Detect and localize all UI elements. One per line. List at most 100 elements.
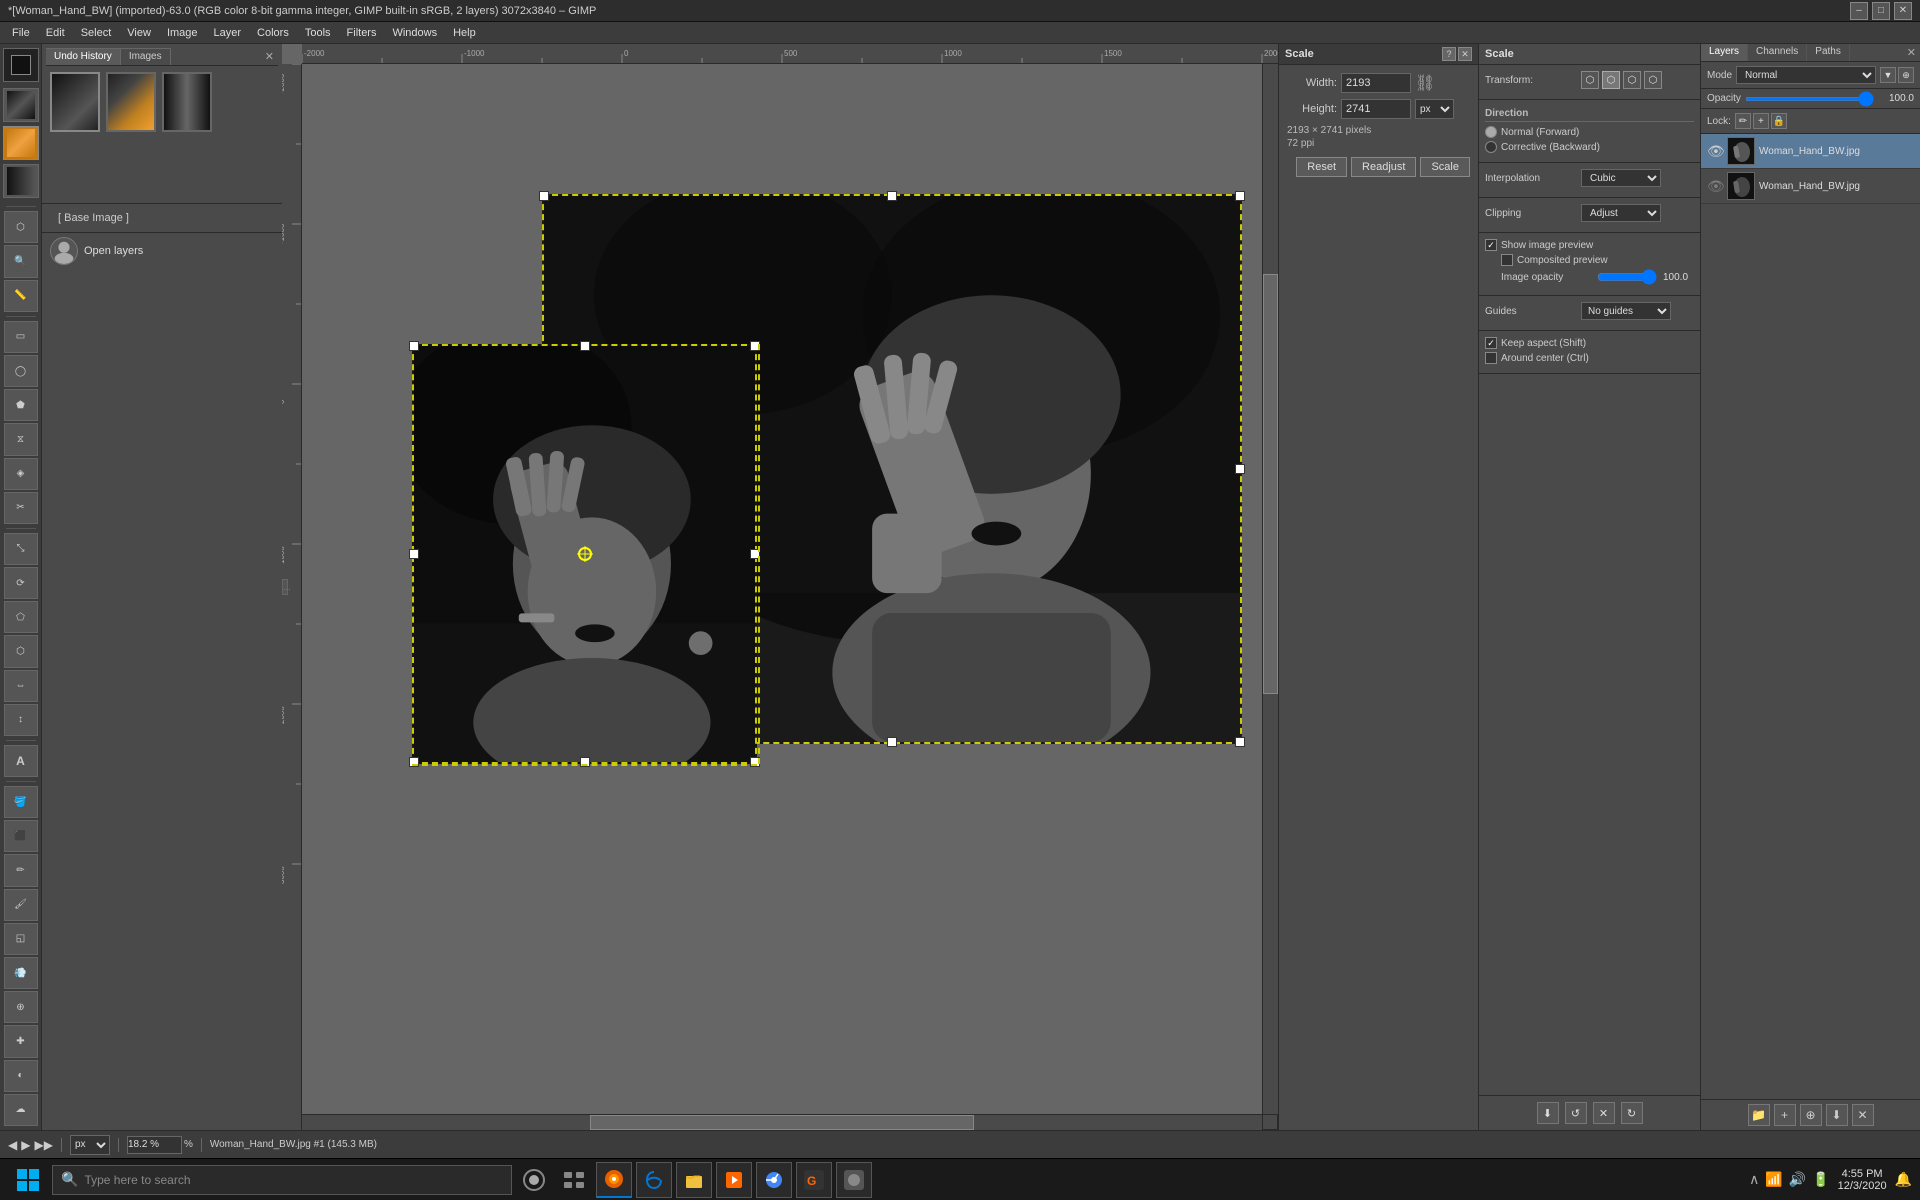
unit-select[interactable]: px mm in [1415, 99, 1454, 119]
mode-icon-2[interactable]: ⊕ [1898, 67, 1914, 83]
scale-dialog-help[interactable]: ? [1442, 47, 1456, 61]
chain-link-icon[interactable]: ⛓ [1415, 73, 1435, 93]
taskbar-search-box[interactable]: 🔍 Type here to search [52, 1165, 512, 1195]
tray-volume-icon[interactable]: 🔊 [1789, 1171, 1806, 1188]
pivot-point[interactable] [577, 546, 593, 562]
tab-layers[interactable]: Layers [1701, 44, 1748, 61]
transform-bottom-icon-1[interactable]: ⬇ [1537, 1102, 1559, 1124]
menu-windows[interactable]: Windows [384, 25, 445, 41]
tool-select-rect[interactable]: ▭ [4, 321, 38, 353]
transform-bottom-icon-2[interactable]: ↺ [1565, 1102, 1587, 1124]
small-transform-handle-tc[interactable] [580, 341, 590, 351]
interpolation-select[interactable]: Cubic Linear None [1581, 169, 1661, 187]
start-button[interactable] [8, 1162, 48, 1198]
tool-navigate[interactable]: ⬡ [4, 211, 38, 243]
small-transform-handle-lc[interactable] [409, 549, 419, 559]
height-input[interactable] [1341, 99, 1411, 119]
tool-clone[interactable]: ⊕ [4, 991, 38, 1023]
layer-row-2[interactable]: 👁 Woman_Hand_BW.jpg [1701, 169, 1920, 204]
scale-dialog-close[interactable]: ✕ [1458, 47, 1472, 61]
taskbar-app-explorer[interactable] [676, 1162, 712, 1198]
close-button[interactable]: ✕ [1894, 2, 1912, 20]
radio-corrective-backward[interactable] [1485, 141, 1497, 153]
scrollbar-vertical[interactable] [1262, 64, 1278, 1114]
transform-handle-rc[interactable] [1235, 464, 1245, 474]
transform-bottom-icon-4[interactable]: ↻ [1621, 1102, 1643, 1124]
scale-button[interactable]: Scale [1420, 157, 1470, 177]
around-center-checkbox[interactable] [1485, 352, 1497, 364]
taskbar-task-view[interactable] [556, 1162, 592, 1198]
taskbar-app-media[interactable] [716, 1162, 752, 1198]
image-thumb-color[interactable] [106, 72, 156, 132]
menu-select[interactable]: Select [73, 25, 120, 41]
taskbar-cortana[interactable] [516, 1162, 552, 1198]
canvas-area[interactable]: -2000 -1000 0 500 1000 1500 2000 [282, 44, 1278, 1130]
lock-position-icon[interactable]: + [1753, 113, 1769, 129]
opacity-slider[interactable] [1745, 97, 1874, 101]
tool-text[interactable]: A [4, 745, 38, 777]
foreground-color-swatch[interactable] [3, 48, 39, 82]
panel-collapse-btn[interactable]: ✕ [261, 48, 278, 65]
tool-smudge[interactable]: ☁ [4, 1094, 38, 1126]
tray-up-arrow[interactable]: ∧ [1749, 1171, 1759, 1188]
menu-help[interactable]: Help [445, 25, 484, 41]
transform-bottom-icon-3[interactable]: ✕ [1593, 1102, 1615, 1124]
tool-select-ellipse[interactable]: ◯ [4, 355, 38, 387]
mode-icon-1[interactable]: ▼ [1880, 67, 1896, 83]
tray-notifications[interactable]: 🔔 [1895, 1171, 1912, 1188]
menu-tools[interactable]: Tools [297, 25, 339, 41]
status-arrow-right2[interactable]: ▶▶ [34, 1138, 52, 1152]
clipping-select[interactable]: Adjust Clip Crop [1581, 204, 1661, 222]
transform-icon-4[interactable]: ⬡ [1644, 71, 1662, 89]
layers-copy[interactable]: ⊕ [1800, 1104, 1822, 1126]
tool-dodge-burn[interactable]: ◐ [4, 1060, 38, 1092]
maximize-button[interactable]: □ [1872, 2, 1890, 20]
canvas-viewport[interactable] [302, 64, 1262, 1114]
transform-handle-br[interactable] [1235, 737, 1245, 747]
tool-transform-warp[interactable]: ↕ [4, 704, 38, 736]
tool-zoom[interactable]: 🔍 [4, 245, 38, 277]
show-preview-checkbox[interactable] [1485, 239, 1497, 251]
minimize-button[interactable]: – [1850, 2, 1868, 20]
tool-select-color[interactable]: ◈ [4, 458, 38, 490]
tool-scissors[interactable]: ✂ [4, 492, 38, 524]
menu-view[interactable]: View [119, 25, 159, 41]
layer-row-1[interactable]: 👁 Woman_Hand_BW.jpg [1701, 134, 1920, 169]
radio-normal-forward[interactable] [1485, 126, 1497, 138]
taskbar-time-date[interactable]: 4:55 PM 12/3/2020 [1838, 1168, 1887, 1192]
tool-transform-flip[interactable]: ⇔ [4, 670, 38, 702]
panel-divider[interactable]: … [282, 579, 288, 595]
layers-delete[interactable]: ✕ [1852, 1104, 1874, 1126]
tool-paintbrush[interactable]: 🖌 [4, 889, 38, 921]
image-opacity-slider[interactable] [1597, 269, 1657, 285]
status-arrow-right[interactable]: ▶ [21, 1138, 30, 1152]
transform-handle-bc[interactable] [887, 737, 897, 747]
transform-icon-1[interactable]: ⬡ [1581, 71, 1599, 89]
tool-transform-perspective[interactable]: ⬡ [4, 635, 38, 667]
layers-new-group[interactable]: 📁 [1748, 1104, 1770, 1126]
taskbar-app-edge[interactable] [636, 1162, 672, 1198]
composited-preview-checkbox[interactable] [1501, 254, 1513, 266]
tool-bucket-fill[interactable]: 🪣 [4, 786, 38, 818]
tray-battery-icon[interactable]: 🔋 [1812, 1171, 1829, 1188]
lock-pixels-icon[interactable]: ✏ [1735, 113, 1751, 129]
menu-edit[interactable]: Edit [38, 25, 73, 41]
reset-button[interactable]: Reset [1296, 157, 1347, 177]
tool-transform-shear[interactable]: ⬠ [4, 601, 38, 633]
menu-filters[interactable]: Filters [339, 25, 385, 41]
layers-panel-close[interactable]: ✕ [1903, 44, 1920, 61]
tool-blend[interactable]: ⬛ [4, 820, 38, 852]
tray-network-icon[interactable]: 📶 [1765, 1171, 1782, 1188]
width-input[interactable] [1341, 73, 1411, 93]
tool-airbrush[interactable]: 💨 [4, 957, 38, 989]
taskbar-app-firefox[interactable] [596, 1162, 632, 1198]
open-layers-section[interactable]: Open layers [42, 233, 282, 269]
tool-eraser[interactable]: ◱ [4, 923, 38, 955]
tool-measure[interactable]: 📏 [4, 280, 38, 312]
tab-channels[interactable]: Channels [1748, 44, 1807, 61]
layer-visibility-1[interactable]: 👁 [1707, 143, 1723, 160]
menu-layer[interactable]: Layer [206, 25, 250, 41]
tool-transform-rotate[interactable]: ⟳ [4, 567, 38, 599]
small-transform-handle-tl[interactable] [409, 341, 419, 351]
taskbar-app-browser2[interactable] [756, 1162, 792, 1198]
